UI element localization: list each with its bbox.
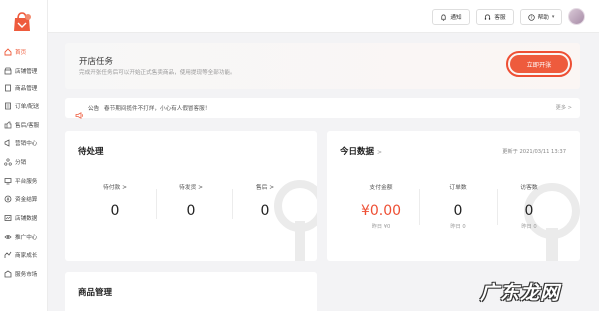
help-label: 帮助 [537,15,549,21]
sidebar-item-label: 订单/配送 [15,104,40,110]
sidebar-item-platform[interactable]: 平台服务 [4,174,37,188]
metric-yesterday: 昨日 0 [521,224,537,230]
open-store-subtitle: 完成开张任务后可以开始正式售卖商品，使用提现等全部功能。 [79,70,236,76]
sidebar-item-label: 营销中心 [15,141,38,147]
shop-logo-icon[interactable] [12,11,32,33]
metric-value: 0 [260,203,270,219]
distribution-icon [4,158,12,166]
notice-bar: 公告 春节期间揽件不打烊，小心有人假冒客服！ 更多 > [65,98,580,119]
divider [156,189,157,219]
metric-pending-payment[interactable]: 待付款 > 0 [85,182,145,219]
support-button[interactable]: 客服 [476,9,514,25]
help-button[interactable]: ? 帮助 ▾ [520,9,562,25]
goods-title: 商品管理 [78,288,113,298]
metric-value: ¥0.00 [360,203,402,219]
notice-tag: 公告 [88,106,100,112]
data-icon [4,214,12,222]
metric-pending-shipment[interactable]: 待发货 > 0 [161,182,221,219]
metric-visitor-count: 访客数 0 昨日 0 [499,182,559,230]
shop-icon [4,67,12,75]
platform-icon [4,177,12,185]
sidebar-item-marketing[interactable]: 营销中心 [4,136,37,150]
home-icon [4,48,12,56]
sidebar-item-growth[interactable]: 商家成长 [4,248,37,262]
today-title[interactable]: 今日数据 > [340,145,382,157]
metric-value: 0 [453,203,463,219]
pending-card: 待处理 待付款 > 0 待发货 > 0 售后 > 0 [65,131,317,261]
open-store-title: 开店任务 [79,57,114,67]
megaphone-icon [75,104,84,123]
sidebar-item-fund[interactable]: 资金结算 [4,192,37,206]
notice-text[interactable]: 春节期间揽件不打烊，小心有人假冒客服！ [104,104,210,112]
divider [497,189,498,225]
avatar[interactable] [568,8,585,25]
metric-label: 待发货 > [178,185,204,191]
metric-value: 0 [524,203,534,219]
support-label: 客服 [494,15,506,21]
sidebar-item-label: 服务市场 [15,272,38,278]
sidebar-item-market[interactable]: 服务市场 [4,267,37,281]
metric-value: 0 [186,203,196,219]
sidebar-item-goods[interactable]: 商品管理 [4,81,37,95]
top-bar: 通知 客服 ? 帮助 ▾ [48,0,599,33]
today-title-text: 今日数据 [340,147,375,157]
metric-order-count: 订单数 0 昨日 0 [428,182,488,230]
chevron-right-icon: > [377,149,383,156]
sidebar-item-label: 商家成长 [15,253,38,259]
metric-label: 访客数 [520,185,538,191]
marketing-icon [4,139,12,147]
metric-after-sale[interactable]: 售后 > 0 [235,182,295,219]
sidebar: 首页 店铺管理 商品管理 订单/配送 售后/客服 营销中心 分销 平台服务 资金… [0,0,48,311]
sidebar-item-service[interactable]: 售后/客服 [4,118,39,132]
svg-text:?: ? [530,14,532,19]
sidebar-item-label: 分销 [15,160,27,166]
sidebar-item-order[interactable]: 订单/配送 [4,99,39,113]
sidebar-item-label: 售后/客服 [15,123,40,129]
sidebar-item-label: 店铺管理 [15,69,38,75]
updated-time: 更新于 2021/03/11 13:37 [502,149,566,155]
metric-label: 订单数 [449,185,467,191]
sidebar-item-label: 平台服务 [15,179,38,185]
metric-label: 支付金额 [369,185,393,191]
goods-icon [4,84,12,92]
goods-card: 商品管理 [65,272,317,311]
sidebar-item-home[interactable]: 首页 [4,45,26,59]
sidebar-item-label: 首页 [15,50,27,56]
today-data-card: 今日数据 > 更新于 2021/03/11 13:37 支付金额 ¥0.00 昨日… [327,131,580,261]
fund-icon [4,195,12,203]
market-icon [4,270,12,278]
sidebar-item-shop[interactable]: 店铺管理 [4,64,37,78]
service-icon [4,121,12,129]
watermark-text: 广东龙网 [480,282,561,304]
growth-icon [4,251,12,259]
bell-icon [441,14,447,21]
sidebar-item-promote[interactable]: 推广中心 [4,230,37,244]
divider [419,189,420,225]
sidebar-item-distribution[interactable]: 分销 [4,155,26,169]
sidebar-item-label: 商品管理 [15,86,38,92]
metric-label: 待付款 > [102,185,128,191]
open-store-card: 开店任务 完成开张任务后可以开始正式售卖商品，使用提现等全部功能。 立即开张 [65,43,580,89]
help-icon: ? [527,13,535,21]
open-store-button[interactable]: 立即开张 [510,55,568,73]
sidebar-item-label: 推广中心 [15,235,38,241]
metric-payment-amount: 支付金额 ¥0.00 昨日 ¥0 [351,182,411,230]
metric-yesterday: 昨日 0 [450,224,466,230]
metric-label: 售后 > [255,185,275,191]
sidebar-item-label: 店铺数据 [15,216,38,222]
notify-button[interactable]: 通知 [432,9,470,25]
order-icon [4,102,12,110]
promote-icon [4,233,12,241]
divider [232,189,233,219]
headset-icon [485,14,491,20]
notify-label: 通知 [450,15,462,21]
sidebar-item-label: 资金结算 [15,197,38,203]
chevron-down-icon: ▾ [551,14,555,20]
pending-title: 待处理 [78,147,104,157]
metric-value: 0 [110,203,120,219]
notice-more-link[interactable]: 更多 > [556,104,572,111]
metric-yesterday: 昨日 ¥0 [371,224,391,230]
sidebar-item-data[interactable]: 店铺数据 [4,211,37,225]
